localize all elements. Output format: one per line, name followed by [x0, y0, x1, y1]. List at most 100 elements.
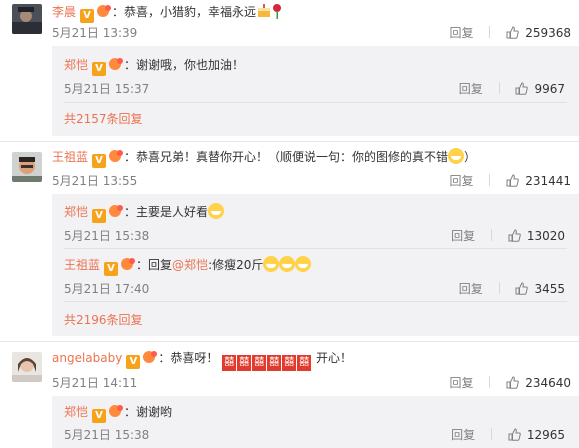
divider [489, 26, 491, 38]
timestamp: 5月21日 15:38 [64, 229, 150, 243]
thumbs-up-icon [515, 82, 529, 95]
comment-text-end: ） [464, 150, 477, 164]
thumbs-up-icon [506, 26, 519, 39]
username[interactable]: 王祖蓝 [52, 150, 88, 164]
username[interactable]: 王祖蓝 [64, 258, 100, 272]
verified-v-icon: V [126, 355, 141, 369]
more-replies-link[interactable]: 共2157条回复 [64, 110, 143, 127]
grin-emoji-icon [279, 256, 296, 272]
reply-button[interactable]: 回复 [450, 26, 474, 40]
avatar[interactable] [12, 352, 42, 382]
reply-actions: 回复 9967 [459, 80, 565, 97]
like-count: 231441 [525, 174, 571, 188]
username[interactable]: angelababy [52, 351, 122, 365]
comment-text: 恭喜呀！ [170, 351, 219, 365]
fan-badge-icon [109, 405, 124, 417]
fan-badge-icon [121, 258, 136, 270]
username[interactable]: 郑恺 [64, 405, 88, 419]
reply-thread: 郑恺 V ：主要是人好看 5月21日 15:38 回复 13020 王祖蓝 V ：回复@… [52, 194, 579, 336]
reply-text: 谢谢哟 [136, 405, 173, 419]
avatar[interactable] [12, 152, 42, 182]
divider [489, 174, 491, 186]
like-count: 234640 [525, 376, 571, 390]
more-replies-link[interactable]: 共2196条回复 [64, 311, 143, 328]
grin-emoji-icon [263, 256, 280, 272]
comment-text: 恭喜，小猎豹，幸福永远 [124, 5, 257, 19]
thumbs-up-icon [506, 174, 519, 187]
verified-v-icon: V [92, 409, 107, 423]
comment-actions: 回复 231441 [450, 172, 571, 189]
like-count: 12965 [526, 428, 565, 442]
divider [489, 376, 491, 388]
like-count: 13020 [526, 229, 565, 243]
timestamp: 5月21日 15:38 [64, 428, 150, 442]
reply-line: 郑恺 V ：谢谢哦，你也加油！ [64, 58, 245, 76]
like-button[interactable]: 259368 [506, 26, 571, 40]
username[interactable]: 郑恺 [64, 205, 88, 219]
divider [490, 229, 492, 241]
like-button[interactable]: 12965 [508, 428, 565, 442]
fan-badge-icon [109, 150, 124, 162]
reply-line: 王祖蓝 V ：回复@郑恺:修瘦20斤 [64, 256, 312, 276]
reply-text: :修瘦20斤 [208, 258, 264, 272]
comment-actions: 回复 234640 [450, 374, 571, 391]
like-button[interactable]: 9967 [515, 82, 565, 96]
comment-line: angelababy V ：恭喜呀！ 囍囍囍囍囍囍 开心！ [52, 349, 353, 371]
thumbs-up-icon [508, 428, 521, 441]
verified-v-icon: V [92, 209, 107, 223]
like-button[interactable]: 3455 [515, 282, 565, 296]
username[interactable]: 李晨 [52, 5, 76, 19]
avatar[interactable] [12, 4, 42, 34]
divider [0, 341, 579, 342]
timestamp: 5月21日 14:11 [52, 376, 138, 390]
divider [498, 282, 500, 294]
rose-icon [273, 4, 282, 19]
reply-button[interactable]: 回复 [450, 376, 474, 390]
reply-button[interactable]: 回复 [451, 428, 475, 442]
mention-link[interactable]: @郑恺 [172, 258, 208, 272]
timestamp: 5月21日 13:55 [52, 174, 138, 188]
reply-thread: 郑恺 V ：谢谢哟 5月21日 15:38 回复 12965 [52, 396, 579, 448]
divider [64, 248, 567, 249]
thumbs-up-icon [506, 376, 519, 389]
verified-v-icon: V [92, 62, 107, 76]
reply-button[interactable]: 回复 [451, 229, 475, 243]
divider [64, 301, 567, 302]
divider [490, 428, 492, 440]
fan-badge-icon [109, 58, 124, 70]
reply-line: 郑恺 V ：主要是人好看 [64, 203, 225, 223]
reply-button[interactable]: 回复 [459, 282, 483, 296]
fan-badge-icon [97, 5, 112, 17]
divider [498, 82, 500, 94]
verified-v-icon: V [104, 262, 119, 276]
reply-button[interactable]: 回复 [450, 174, 474, 188]
like-count: 259368 [525, 26, 571, 40]
reply-thread: 郑恺 V ：谢谢哦，你也加油！ 5月21日 15:37 回复 9967 共2157条… [52, 46, 579, 136]
grin-emoji-icon [208, 203, 225, 219]
reply-actions: 回复 3455 [459, 280, 565, 297]
grin-emoji-icon [295, 256, 312, 272]
divider [64, 102, 567, 103]
like-button[interactable]: 234640 [506, 376, 571, 390]
grin-emoji-icon [448, 148, 465, 164]
username[interactable]: 郑恺 [64, 58, 88, 72]
thumbs-up-icon [508, 229, 521, 242]
comment-line: 李晨 V ：恭喜，小猎豹，幸福永远 [52, 3, 282, 23]
like-button[interactable]: 13020 [508, 229, 565, 243]
reply-text: 谢谢哦，你也加油！ [136, 58, 245, 72]
timestamp: 5月21日 15:37 [64, 82, 150, 96]
reply-text: 主要是人好看 [136, 205, 209, 219]
comment-text: 恭喜兄弟！真替你开心！（顺便说一句：你的图修的真不错 [136, 150, 449, 164]
reply-prefix: 回复 [148, 258, 173, 272]
like-count: 9967 [534, 82, 565, 96]
reply-actions: 回复 12965 [451, 426, 565, 443]
comment-text-end: 开心！ [316, 351, 353, 365]
double-happiness-icon: 囍囍囍囍囍囍 [222, 351, 312, 371]
like-button[interactable]: 231441 [506, 174, 571, 188]
reply-button[interactable]: 回复 [459, 82, 483, 96]
fan-badge-icon [109, 205, 124, 217]
reply-actions: 回复 13020 [451, 227, 565, 244]
divider [0, 141, 579, 142]
timestamp: 5月21日 17:40 [64, 282, 150, 296]
comment-actions: 回复 259368 [450, 24, 571, 41]
